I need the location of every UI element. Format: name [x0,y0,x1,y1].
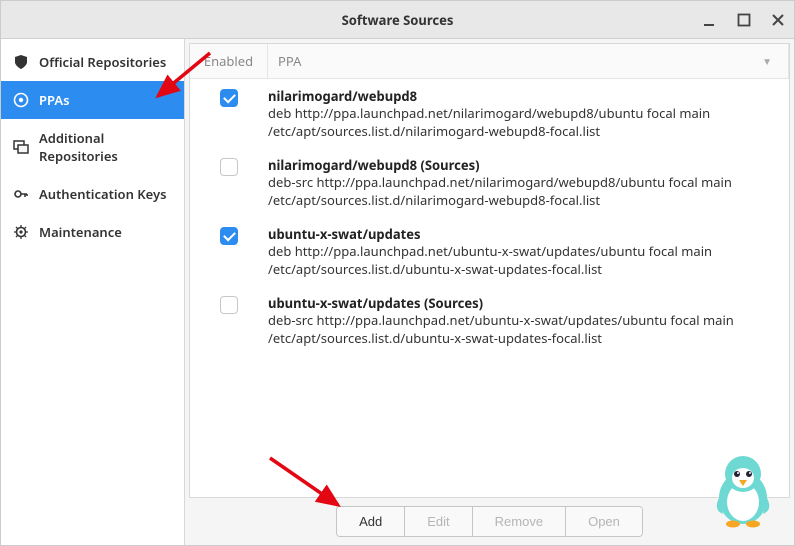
sidebar-item-ppas[interactable]: PPAs [1,81,184,119]
ppa-file-path: /etc/apt/sources.list.d/ubuntu-x-swat-up… [268,330,779,348]
gear-icon [13,224,29,240]
windows-icon [13,139,29,155]
enabled-checkbox[interactable] [220,296,238,314]
sidebar-item-label: Official Repositories [39,53,166,71]
titlebar: Software Sources [1,1,794,39]
ppa-source-line: deb http://ppa.launchpad.net/ubuntu-x-sw… [268,243,779,261]
column-header-enabled[interactable]: Enabled [190,44,268,78]
window-title: Software Sources [342,11,454,29]
disc-icon [13,92,29,108]
maximize-button[interactable] [736,12,752,28]
enabled-checkbox[interactable] [220,89,238,107]
sidebar-item-label: PPAs [39,91,70,109]
enabled-checkbox[interactable] [220,227,238,245]
enabled-checkbox[interactable] [220,158,238,176]
action-button-group: Add Edit Remove Open [336,506,643,537]
ppa-source-line: deb-src http://ppa.launchpad.net/ubuntu-… [268,312,779,330]
ppa-table: Enabled PPA ▼ nilarimogard/webupd8deb ht… [189,43,790,498]
ppa-file-path: /etc/apt/sources.list.d/ubuntu-x-swat-up… [268,261,779,279]
sidebar-item-official-repositories[interactable]: Official Repositories [1,43,184,81]
sidebar-item-label: Maintenance [39,223,122,241]
table-row[interactable]: nilarimogard/webupd8deb http://ppa.launc… [190,79,789,148]
sidebar-item-label: Authentication Keys [39,185,167,203]
sidebar-item-authentication-keys[interactable]: Authentication Keys [1,175,184,213]
edit-button[interactable]: Edit [405,507,472,536]
sidebar-item-maintenance[interactable]: Maintenance [1,213,184,251]
ppa-file-path: /etc/apt/sources.list.d/nilarimogard-web… [268,123,779,141]
ppa-title: nilarimogard/webupd8 (Sources) [268,156,779,174]
table-row[interactable]: nilarimogard/webupd8 (Sources)deb-src ht… [190,148,789,217]
table-row[interactable]: ubuntu-x-swat/updates (Sources)deb-src h… [190,286,789,355]
open-button[interactable]: Open [566,507,642,536]
column-header-ppa[interactable]: PPA ▼ [268,44,789,78]
sidebar-item-label: Additional Repositories [39,129,172,165]
close-button[interactable] [770,12,786,28]
add-button[interactable]: Add [337,507,405,536]
ppa-source-line: deb http://ppa.launchpad.net/nilarimogar… [268,105,779,123]
sidebar-item-additional-repositories[interactable]: Additional Repositories [1,119,184,175]
ppa-title: nilarimogard/webupd8 [268,87,779,105]
minimize-button[interactable] [702,12,718,28]
ppa-source-line: deb-src http://ppa.launchpad.net/nilarim… [268,174,779,192]
shield-icon [13,54,29,70]
ppa-title: ubuntu-x-swat/updates (Sources) [268,294,779,312]
chevron-down-icon: ▼ [762,54,778,68]
ppa-file-path: /etc/apt/sources.list.d/nilarimogard-web… [268,192,779,210]
remove-button[interactable]: Remove [473,507,566,536]
sidebar: Official Repositories PPAs Additional Re… [1,39,185,545]
ppa-title: ubuntu-x-swat/updates [268,225,779,243]
table-row[interactable]: ubuntu-x-swat/updatesdeb http://ppa.laun… [190,217,789,286]
key-icon [13,186,29,202]
